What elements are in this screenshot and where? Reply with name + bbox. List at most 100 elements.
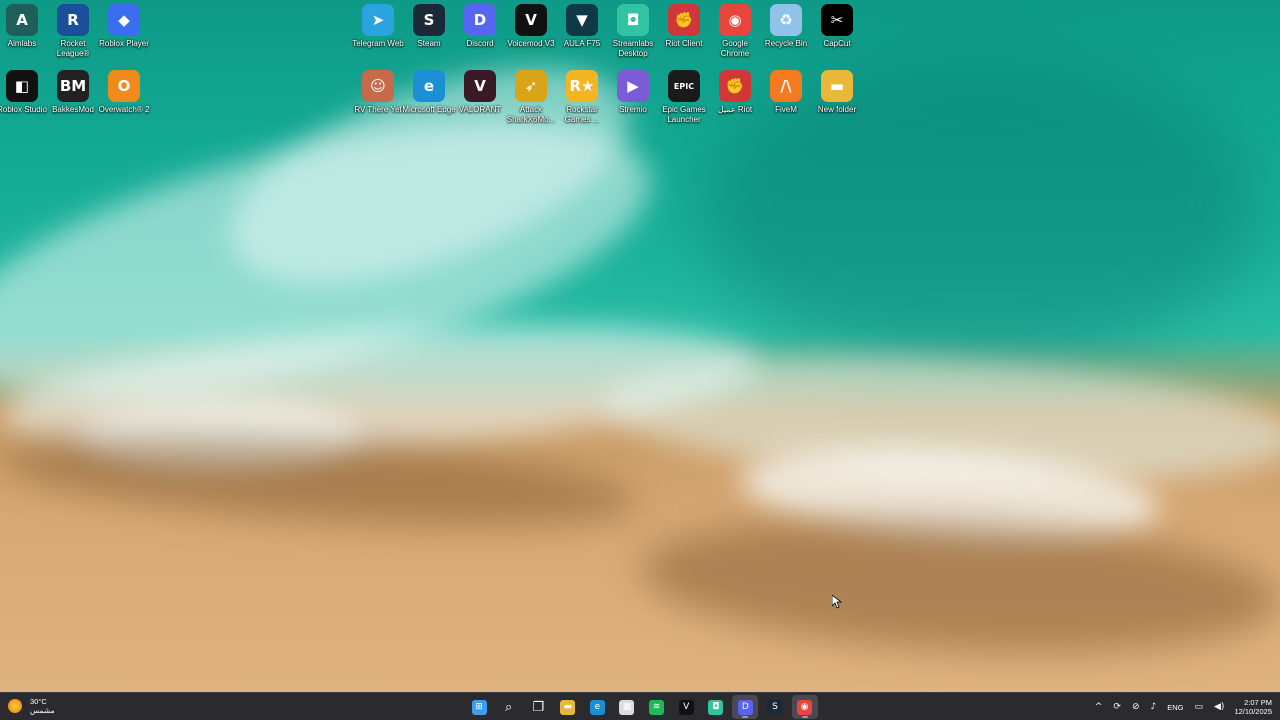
desktop-icon-label: RV There Yet <box>354 105 402 114</box>
desktop-icon[interactable]: /\ FiveM <box>761 66 811 128</box>
steam-taskbar-icon: S <box>767 699 783 715</box>
clock[interactable]: 2:07 PM 12/10/2025 <box>1234 698 1272 716</box>
riot-client-ar-icon: ✊ <box>719 70 751 102</box>
speaker-icon[interactable]: ◀) <box>1214 702 1224 712</box>
task-view-icon: ❐ <box>532 699 545 715</box>
sun-icon <box>8 699 22 713</box>
taskbar: 30°C مشمس ⊞ ⌕ ❐ ▬ e ▦ ≋ V ◘ D S ◉ ^ ⟳ ⊘ ♪ ENG ▭ ◀) … <box>0 692 1280 720</box>
weather-widget[interactable]: 30°C مشمس <box>8 697 55 715</box>
taskbar-apps: ⊞ ⌕ ❐ ▬ e ▦ ≋ V ◘ D S ◉ <box>466 695 821 719</box>
desktop-icon[interactable]: ▬ New folder <box>812 66 862 128</box>
desktop-icon-label: Microsoft Edge <box>402 105 456 114</box>
steam-taskbar-button[interactable]: S <box>762 695 788 719</box>
streamlabs-taskbar-icon: ◘ <box>708 699 724 715</box>
roblox-studio-icon: ◧ <box>6 70 38 102</box>
overwatch-icon: O <box>108 70 140 102</box>
desktop-icon[interactable]: ▶ Stremio <box>608 66 658 128</box>
desktop-icon-label: Discord <box>466 39 494 48</box>
streamlabs-taskbar-button[interactable]: ◘ <box>703 695 729 719</box>
desktop-icon[interactable]: R★ Rockstar Games ... <box>557 66 607 128</box>
desktop-icon[interactable]: ◘ Streamlabs Desktop <box>608 0 658 62</box>
display-icon[interactable]: ▭ <box>1195 702 1204 712</box>
start-button[interactable]: ⊞ <box>466 695 492 719</box>
desktop-icon-label: Steam <box>417 39 441 48</box>
language-indicator[interactable]: ENG <box>1167 703 1183 712</box>
search-icon: ⌕ <box>504 699 513 715</box>
riot-client-icon: ✊ <box>668 4 700 36</box>
running-indicator <box>742 716 749 718</box>
search-button[interactable]: ⌕ <box>496 695 522 719</box>
rv-there-yet-icon: ☺ <box>362 70 394 102</box>
desktop-icon[interactable]: EPIC Epic Games Launcher <box>659 66 709 128</box>
network-off-icon[interactable]: ⊘ <box>1132 702 1140 712</box>
spotify-button[interactable]: ≋ <box>644 695 670 719</box>
rocket-league-icon: R <box>57 4 89 36</box>
desktop-icon[interactable]: V VALORANT <box>455 66 505 128</box>
desktop-icon[interactable]: O Overwatch® 2 <box>99 66 149 128</box>
roblox-player-icon: ◆ <box>108 4 140 36</box>
desktop-icon[interactable]: ▼ AULA F75 <box>557 0 607 62</box>
desktop-icon[interactable]: S Steam <box>404 0 454 62</box>
desktop-icon-label: Streamlabs Desktop <box>612 39 654 58</box>
file-explorer-button[interactable]: ▬ <box>555 695 581 719</box>
desktop-icon-label: Recycle Bin <box>764 39 808 48</box>
voicemod-icon: V <box>515 4 547 36</box>
telegram-icon: ➤ <box>362 4 394 36</box>
rockstar-icon: R★ <box>566 70 598 102</box>
task-view-button[interactable]: ❐ <box>525 695 551 719</box>
desktop-icon[interactable]: A Aimlabs <box>0 0 47 62</box>
desktop-icon-label: New folder <box>817 105 857 114</box>
aimlabs-icon: A <box>6 4 38 36</box>
desktop-icon[interactable]: ➶ Attack SharkX6Mo... <box>506 66 556 128</box>
desktop-icon-label: BakkesMod <box>52 105 94 114</box>
desktop-icon[interactable]: D Discord <box>455 0 505 62</box>
stremio-icon: ▶ <box>617 70 649 102</box>
desktop-icon[interactable]: ☺ RV There Yet <box>353 66 403 128</box>
streamlabs-icon: ◘ <box>617 4 649 36</box>
desktop-icon[interactable]: e Microsoft Edge <box>402 66 456 128</box>
clock-time: 2:07 PM <box>1244 698 1272 707</box>
attack-shark-icon: ➶ <box>515 70 547 102</box>
desktop-icon[interactable]: ✊ Riot Client <box>659 0 709 62</box>
file-explorer-icon: ▬ <box>560 699 576 715</box>
desktop-icon[interactable]: ◉ Google Chrome <box>710 0 760 62</box>
discord-taskbar-button[interactable]: D <box>732 695 759 719</box>
desktop-icon[interactable]: BM BakkesMod <box>48 66 98 128</box>
discord-icon: D <box>464 4 496 36</box>
edge-taskbar-button[interactable]: e <box>584 695 610 719</box>
fivem-icon: /\ <box>770 70 802 102</box>
weather-condition: مشمس <box>30 706 55 715</box>
start-icon: ⊞ <box>471 699 487 715</box>
desktop-icon[interactable]: ◆ Roblox Player <box>99 0 149 62</box>
desktop-icon-label: Rockstar Games ... <box>564 105 600 124</box>
sync-icon[interactable]: ⟳ <box>1113 702 1121 712</box>
desktop-icon-label: Voicemod V3 <box>507 39 555 48</box>
store-button[interactable]: ▦ <box>614 695 640 719</box>
edge-taskbar-icon: e <box>589 699 605 715</box>
folder-icon: ▬ <box>821 70 853 102</box>
recycle-bin-icon: ♻ <box>770 4 802 36</box>
desktop-icon-label: Riot Client <box>665 39 703 48</box>
desktop-icon[interactable]: ➤ Telegram Web <box>352 0 404 62</box>
desktop-icon-label: FiveM <box>775 105 797 114</box>
chrome-taskbar-icon: ◉ <box>797 699 813 715</box>
chevron-up-icon[interactable]: ^ <box>1095 702 1103 712</box>
desktop-icon-label: Epic Games Launcher <box>662 105 706 124</box>
clock-date: 12/10/2025 <box>1234 707 1272 716</box>
spotify-icon: ≋ <box>649 699 665 715</box>
desktop-icon-label: CapCut <box>823 39 851 48</box>
desktop-icon[interactable]: ♻ Recycle Bin <box>761 0 811 62</box>
chrome-taskbar-button[interactable]: ◉ <box>791 695 818 719</box>
weather-temperature: 30°C <box>30 697 47 706</box>
steam-icon: S <box>413 4 445 36</box>
microphone-icon[interactable]: ♪ <box>1150 702 1156 712</box>
desktop-icon-label: Roblox Player <box>99 39 149 48</box>
desktop-icon[interactable]: V Voicemod V3 <box>506 0 556 62</box>
edge-icon: e <box>413 70 445 102</box>
desktop-icon[interactable]: ✊ عميل Riot <box>710 66 760 128</box>
voicemod-taskbar-button[interactable]: V <box>673 695 699 719</box>
desktop-icon[interactable]: ◧ Roblox Studio <box>0 66 47 128</box>
desktop-icon[interactable]: ✂ CapCut <box>812 0 862 62</box>
desktop-icon[interactable]: R Rocket League® <box>48 0 98 62</box>
desktop-icon-label: عميل Riot <box>717 105 753 114</box>
